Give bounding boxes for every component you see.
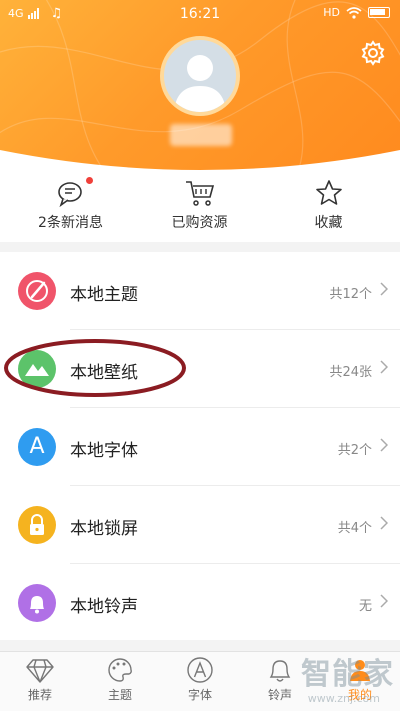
diamond-icon — [26, 659, 54, 683]
tab-fonts[interactable]: 字体 — [160, 656, 240, 703]
quick-messages[interactable]: 2条新消息 — [4, 176, 137, 242]
palette-icon — [108, 658, 132, 682]
new-message-badge — [86, 177, 93, 184]
quick-purchased[interactable]: 已购资源 — [133, 176, 266, 242]
list-item-themes[interactable]: 本地主题 共12个 — [0, 252, 400, 330]
watermark-url: www.znj.com — [307, 692, 380, 705]
avatar-placeholder-icon — [174, 55, 226, 112]
list-item-count: 共4个 — [337, 521, 372, 536]
chevron-right-icon — [380, 438, 388, 452]
list-item-title: 本地铃声 — [70, 597, 138, 617]
quick-actions: 2条新消息 已购资源 收藏 — [0, 176, 400, 242]
message-icon — [57, 182, 82, 208]
list-item-count: 共12个 — [329, 287, 372, 302]
list-item-fonts[interactable]: A 本地字体 共2个 — [0, 408, 400, 486]
list-item-title: 本地锁屏 — [70, 519, 138, 539]
chevron-right-icon — [380, 360, 388, 374]
list-item-lockscreens[interactable]: 本地锁屏 共4个 — [0, 486, 400, 564]
battery-icon — [368, 7, 390, 18]
avatar[interactable] — [160, 36, 240, 116]
wifi-icon — [346, 6, 362, 19]
list-item-title: 本地字体 — [70, 441, 138, 461]
chevron-right-icon — [380, 594, 388, 608]
highlight-oval — [4, 339, 186, 397]
list-item-count: 无 — [358, 599, 372, 614]
quick-favorites[interactable]: 收藏 — [262, 176, 395, 242]
chevron-right-icon — [380, 282, 388, 296]
quick-favorites-label: 收藏 — [314, 215, 343, 231]
list-item-count: 共2个 — [337, 443, 372, 458]
list-item-count: 共24张 — [329, 365, 372, 380]
local-resources-list: 本地主题 共12个 本地壁纸 共24张 A 本地字体 共2个 本地锁屏 共4个 … — [0, 252, 400, 640]
bell-icon — [18, 584, 56, 622]
username-blurred — [170, 124, 232, 146]
lock-icon — [18, 506, 56, 544]
tab-label: 铃声 — [267, 688, 292, 702]
hd-label: HD — [323, 6, 340, 19]
font-a-icon — [187, 657, 213, 683]
chevron-right-icon — [380, 516, 388, 530]
quick-purchased-label: 已购资源 — [171, 215, 228, 231]
list-item-ringtones[interactable]: 本地铃声 无 — [0, 564, 400, 642]
palette-icon — [18, 272, 56, 310]
tab-recommend[interactable]: 推荐 — [0, 656, 80, 703]
status-bar: 4G ♫ 16:21 HD — [0, 0, 400, 28]
list-item-title: 本地主题 — [70, 285, 138, 305]
star-icon — [315, 180, 342, 205]
bell-icon — [269, 660, 291, 682]
gear-icon[interactable] — [360, 40, 386, 66]
tab-label: 推荐 — [27, 688, 52, 702]
watermark-logo: 智能家 — [301, 657, 394, 692]
cart-icon — [185, 181, 214, 206]
tab-label: 字体 — [187, 688, 212, 702]
tab-themes[interactable]: 主题 — [80, 656, 160, 703]
quick-messages-label: 2条新消息 — [38, 215, 103, 231]
tab-label: 主题 — [107, 688, 132, 702]
font-a-icon: A — [18, 428, 56, 466]
